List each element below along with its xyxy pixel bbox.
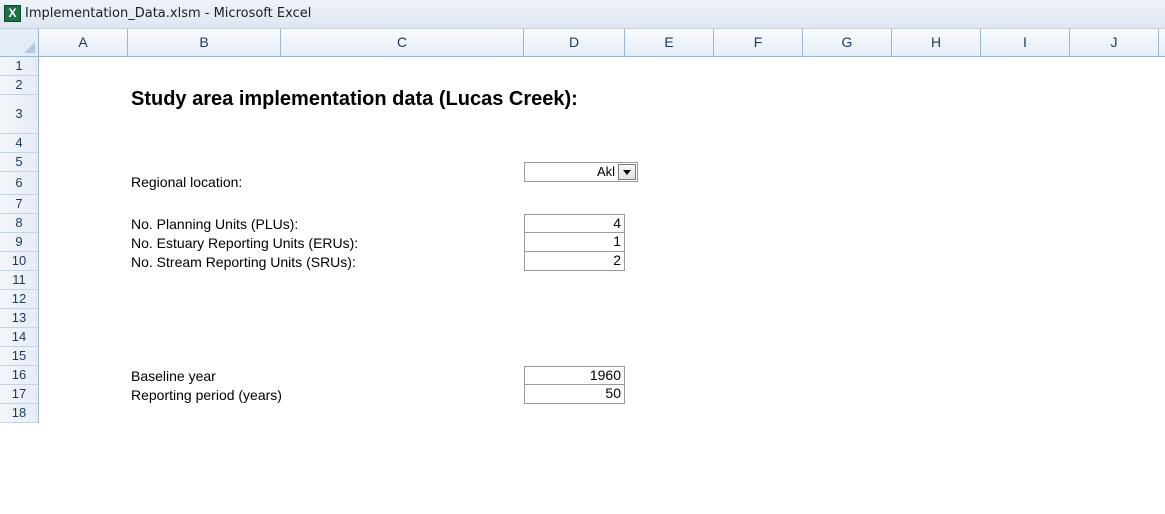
row-header-4[interactable]: 4 bbox=[0, 134, 39, 153]
reporting-period-label: Reporting period (years) bbox=[131, 387, 282, 403]
row-header-17[interactable]: 17 bbox=[0, 385, 39, 404]
column-header-partial[interactable] bbox=[1159, 29, 1165, 57]
select-all-button[interactable] bbox=[0, 29, 39, 57]
column-header-b[interactable]: B bbox=[128, 29, 281, 57]
row-header-9[interactable]: 9 bbox=[0, 233, 39, 252]
reporting-period-input[interactable]: 50 bbox=[524, 385, 625, 404]
planning-units-input[interactable]: 4 bbox=[524, 214, 625, 233]
chevron-down-icon bbox=[623, 170, 631, 175]
column-header-g[interactable]: G bbox=[803, 29, 892, 57]
column-header-h[interactable]: H bbox=[892, 29, 981, 57]
column-header-c[interactable]: C bbox=[281, 29, 524, 57]
row-header-12[interactable]: 12 bbox=[0, 290, 39, 309]
row-header-1[interactable]: 1 bbox=[0, 57, 39, 76]
column-header-d[interactable]: D bbox=[524, 29, 625, 57]
column-header-i[interactable]: I bbox=[981, 29, 1070, 57]
regional-location-value: Akl bbox=[596, 164, 615, 179]
regional-location-dropdown[interactable]: Akl bbox=[524, 162, 638, 182]
row-header-14[interactable]: 14 bbox=[0, 328, 39, 347]
row-header-16[interactable]: 16 bbox=[0, 366, 39, 385]
baseline-year-label: Baseline year bbox=[131, 368, 216, 384]
row-header-8[interactable]: 8 bbox=[0, 214, 39, 233]
column-header-e[interactable]: E bbox=[625, 29, 714, 57]
row-header-5[interactable]: 5 bbox=[0, 153, 39, 172]
sheet-title: Study area implementation data (Lucas Cr… bbox=[131, 88, 578, 110]
window-title: Implementation_Data.xlsm - Microsoft Exc… bbox=[25, 6, 312, 21]
row-header-15[interactable]: 15 bbox=[0, 347, 39, 366]
column-header-a[interactable]: A bbox=[39, 29, 128, 57]
row-header-11[interactable]: 11 bbox=[0, 271, 39, 290]
excel-icon: X bbox=[4, 5, 21, 22]
baseline-year-input[interactable]: 1960 bbox=[524, 366, 625, 385]
dropdown-button[interactable] bbox=[618, 164, 636, 180]
regional-location-label: Regional location: bbox=[131, 174, 243, 190]
row-header-10[interactable]: 10 bbox=[0, 252, 39, 271]
title-bar: X Implementation_Data.xlsm - Microsoft E… bbox=[0, 0, 1165, 29]
row-header-13[interactable]: 13 bbox=[0, 309, 39, 328]
estuary-units-label: No. Estuary Reporting Units (ERUs): bbox=[131, 235, 359, 251]
estuary-units-input[interactable]: 1 bbox=[524, 233, 625, 252]
stream-units-input[interactable]: 2 bbox=[524, 252, 625, 271]
row-header-7[interactable]: 7 bbox=[0, 195, 39, 214]
stream-units-label: No. Stream Reporting Units (SRUs): bbox=[131, 254, 356, 270]
planning-units-label: No. Planning Units (PLUs): bbox=[131, 216, 299, 232]
column-header-j[interactable]: J bbox=[1070, 29, 1159, 57]
row-header-6[interactable]: 6 bbox=[0, 172, 39, 195]
row-header-3[interactable]: 3 bbox=[0, 95, 39, 134]
row-header-2[interactable]: 2 bbox=[0, 76, 39, 95]
row-header-18[interactable]: 18 bbox=[0, 404, 39, 423]
column-header-f[interactable]: F bbox=[714, 29, 803, 57]
